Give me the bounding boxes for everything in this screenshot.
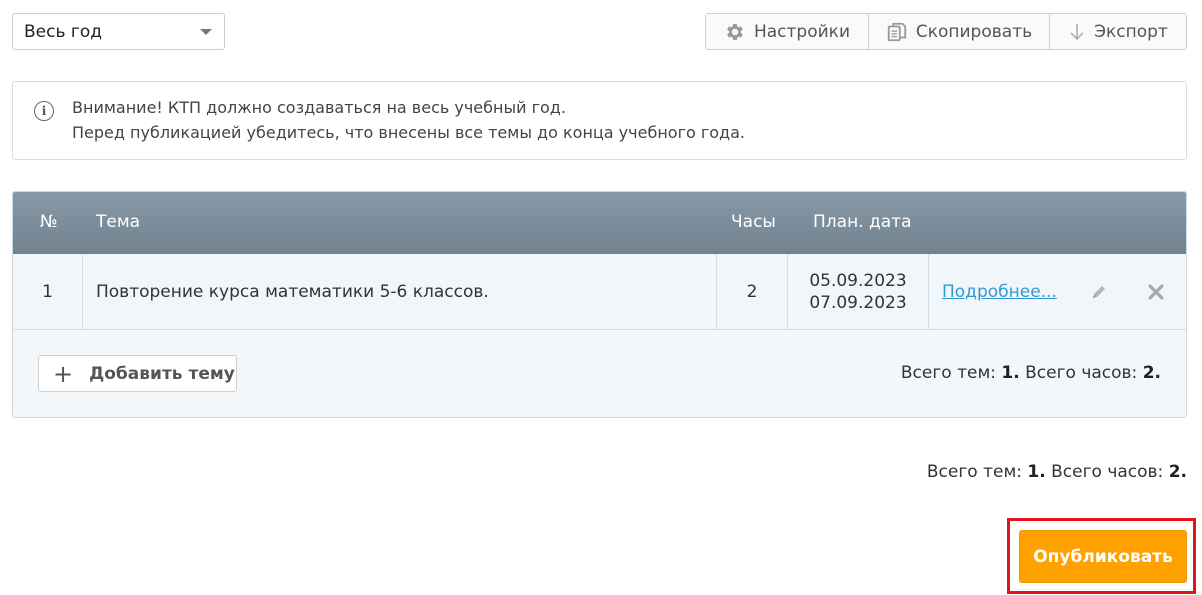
header-num: № bbox=[40, 212, 58, 232]
page-totals-hours-label: Всего часов: bbox=[1051, 462, 1164, 482]
pencil-icon[interactable] bbox=[1090, 283, 1108, 306]
totals-hours-value: 2. bbox=[1142, 363, 1161, 383]
page-totals: Всего тем: 1. Всего часов: 2. bbox=[927, 462, 1187, 482]
notice-line-2: Перед публикацией убедитесь, что внесены… bbox=[72, 123, 745, 142]
table-header: № Тема Часы План. дата bbox=[13, 192, 1186, 254]
publish-button[interactable]: Опубликовать bbox=[1019, 530, 1187, 583]
notice-line-1: Внимание! КТП должно создаваться на весь… bbox=[72, 98, 566, 117]
row-topic: Повторение курса математики 5-6 классов. bbox=[83, 254, 717, 330]
toolbar: Настройки Скопировать Экспорт bbox=[705, 13, 1187, 50]
page-totals-hours-value: 2. bbox=[1168, 462, 1187, 482]
row-date-end: 07.09.2023 bbox=[809, 293, 907, 313]
topics-table: № Тема Часы План. дата 1 Повторение курс… bbox=[12, 191, 1187, 418]
add-topic-label: Добавить тему bbox=[89, 363, 235, 384]
row-num: 1 bbox=[13, 254, 83, 330]
header-date: План. дата bbox=[813, 212, 912, 232]
row-date-start: 05.09.2023 bbox=[809, 271, 907, 291]
totals-topics-label: Всего тем: bbox=[900, 363, 997, 383]
totals-hours-label: Всего часов: bbox=[1025, 363, 1138, 383]
copy-button[interactable]: Скопировать bbox=[869, 14, 1050, 49]
add-topic-button[interactable]: + Добавить тему bbox=[38, 355, 237, 392]
table-totals: Всего тем: 1. Всего часов: 2. bbox=[901, 363, 1161, 383]
totals-topics-value: 1. bbox=[1001, 363, 1020, 383]
header-topic: Тема bbox=[96, 212, 141, 232]
row-hours: 2 bbox=[717, 254, 788, 330]
settings-label: Настройки bbox=[753, 21, 850, 42]
export-label: Экспорт bbox=[1094, 21, 1168, 42]
plus-icon: + bbox=[53, 359, 74, 388]
settings-button[interactable]: Настройки bbox=[706, 14, 869, 49]
page-totals-topics-value: 1. bbox=[1027, 462, 1046, 482]
copy-label: Скопировать bbox=[915, 21, 1033, 42]
row-actions: Подробнее... bbox=[929, 254, 1186, 330]
details-link[interactable]: Подробнее... bbox=[942, 282, 1057, 302]
table-row: 1 Повторение курса математики 5-6 классо… bbox=[13, 254, 1186, 330]
period-select-value: Весь год bbox=[24, 21, 102, 42]
chevron-down-icon bbox=[200, 29, 212, 35]
header-hours: Часы bbox=[731, 212, 776, 232]
period-select[interactable]: Весь год bbox=[12, 13, 225, 50]
info-icon: i bbox=[34, 101, 54, 121]
row-date: 05.09.2023 07.09.2023 bbox=[788, 254, 929, 330]
notice-box: i Внимание! КТП должно создаваться на ве… bbox=[12, 81, 1187, 160]
copy-icon bbox=[886, 21, 908, 43]
close-icon[interactable] bbox=[1147, 283, 1165, 306]
gear-icon bbox=[724, 21, 746, 43]
page-totals-topics-label: Всего тем: bbox=[926, 462, 1023, 482]
arrow-down-icon bbox=[1068, 22, 1086, 42]
export-button[interactable]: Экспорт bbox=[1050, 14, 1186, 49]
